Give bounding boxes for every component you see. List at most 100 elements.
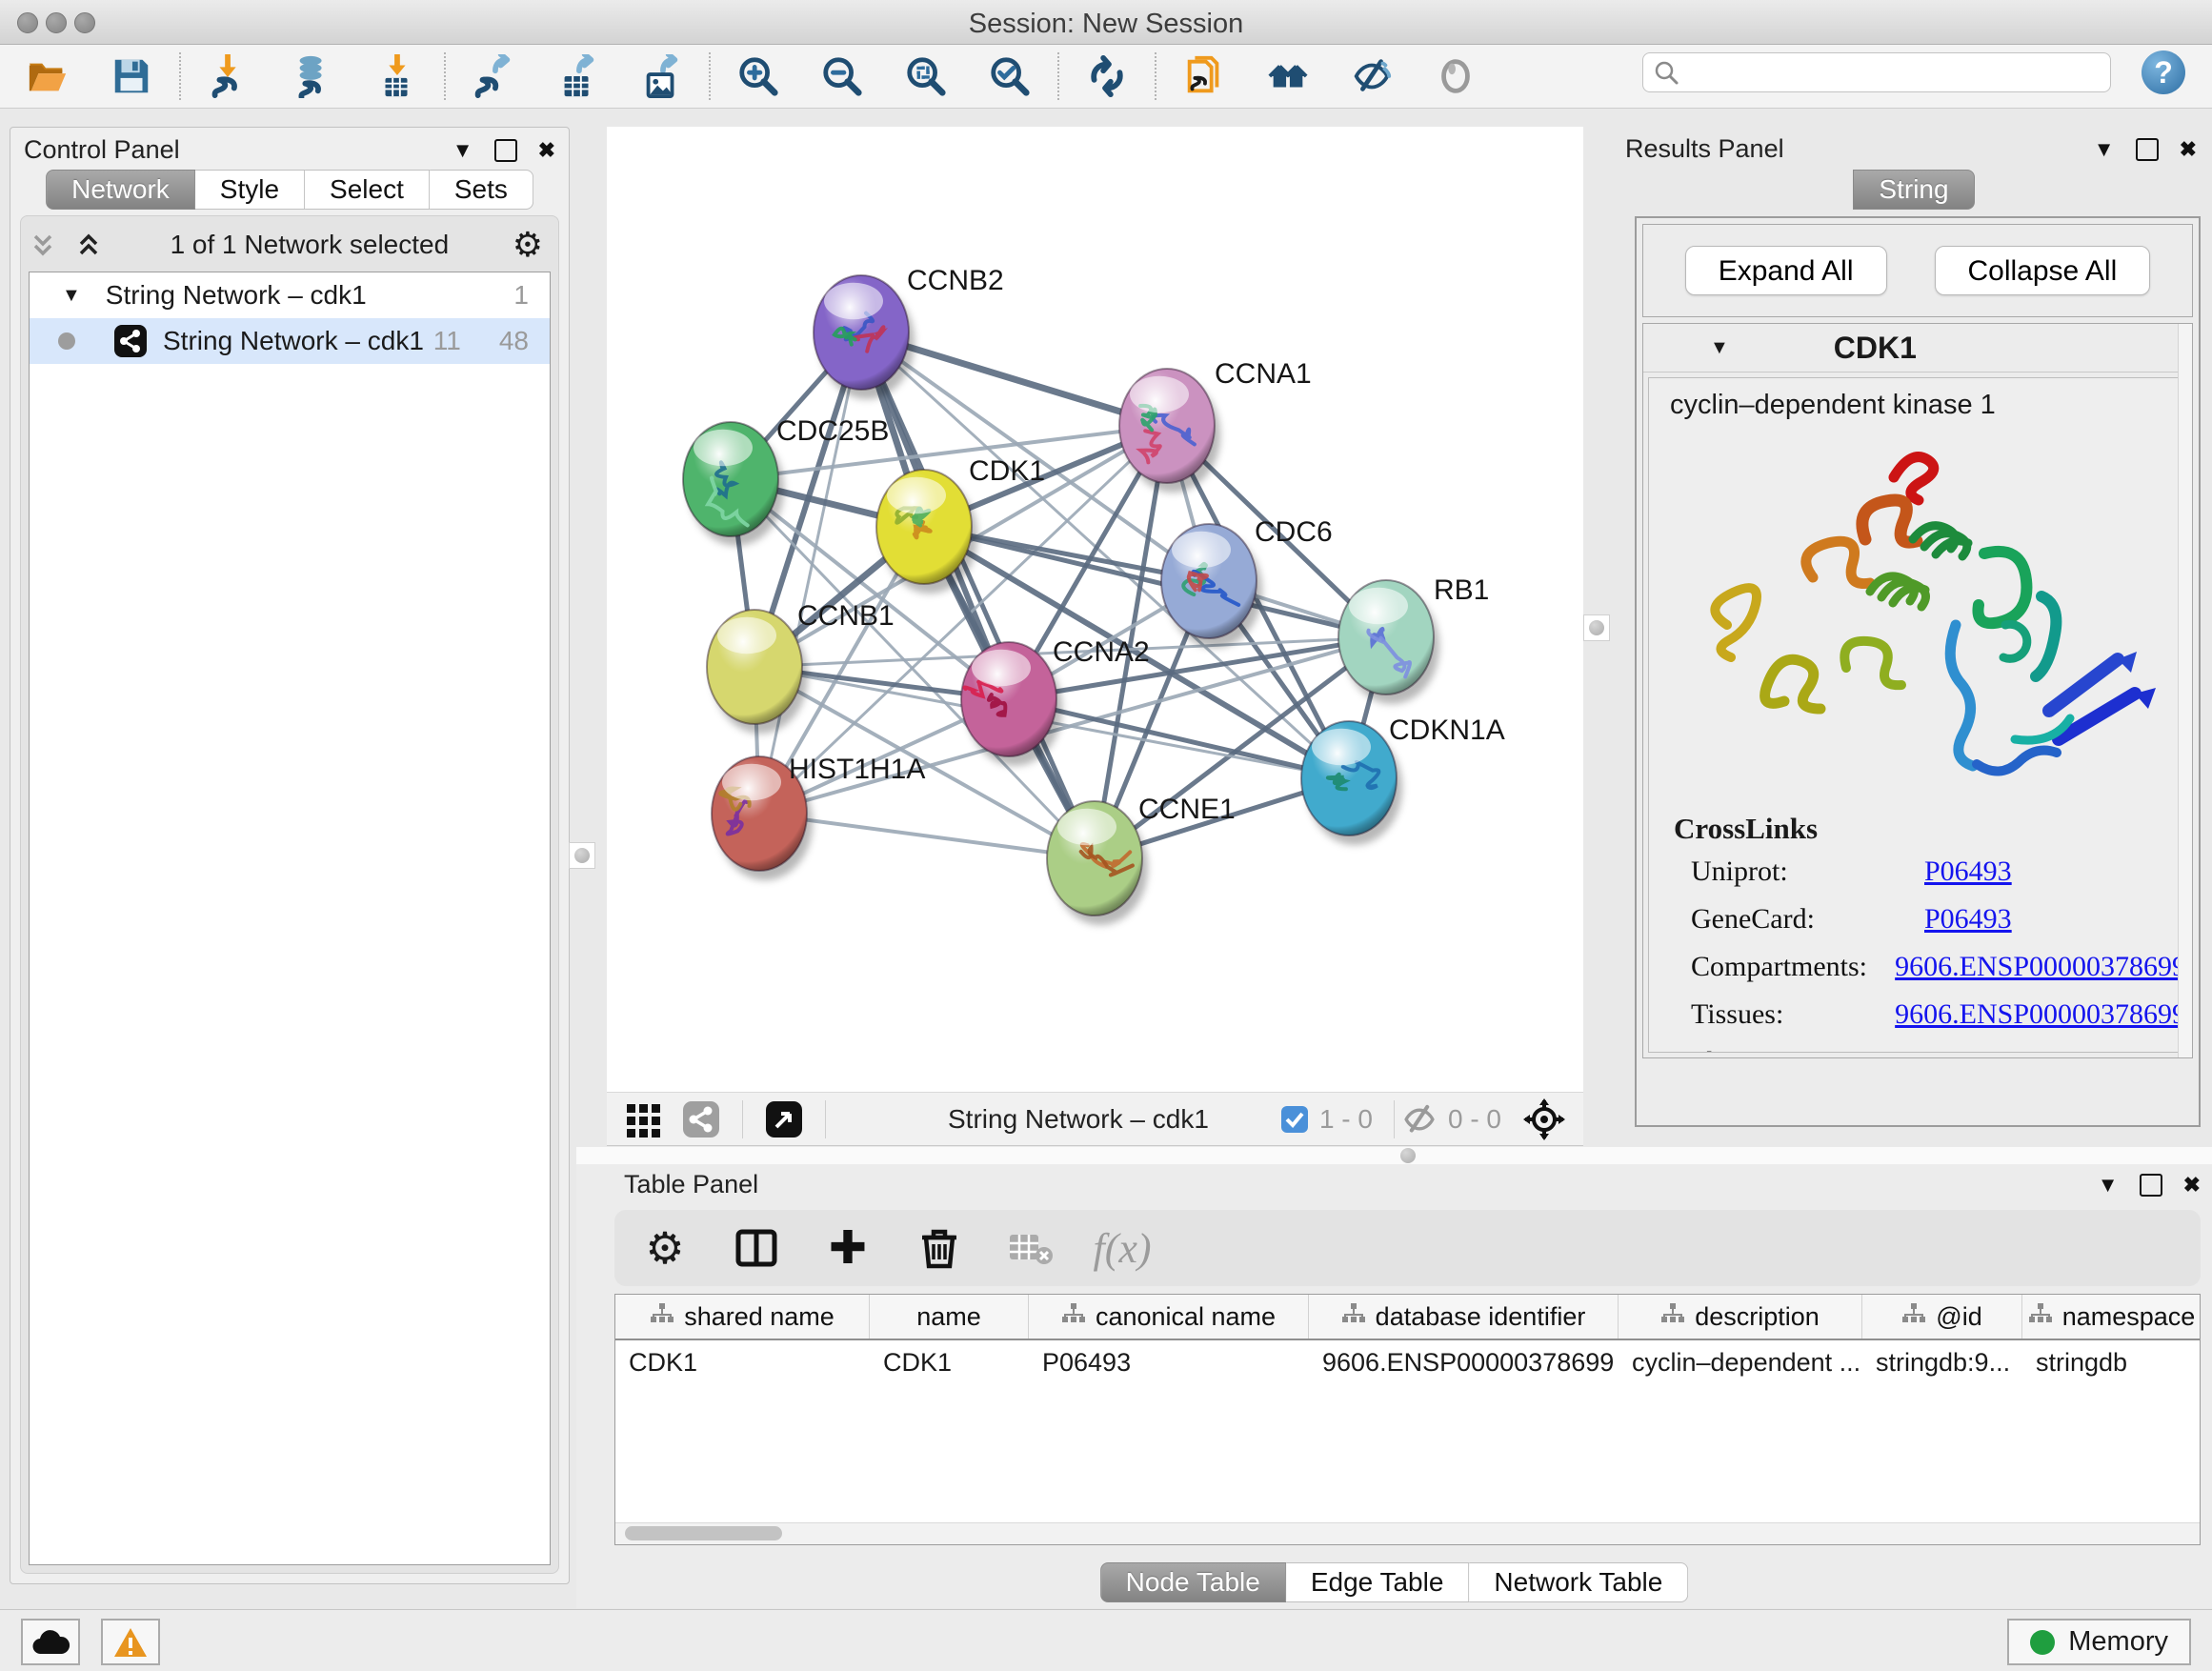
export-table-icon[interactable]	[554, 53, 600, 99]
left-splitter-handle[interactable]	[569, 842, 595, 869]
table-horizontal-scrollbar[interactable]	[615, 1522, 2200, 1544]
node-CCNA2[interactable]	[961, 642, 1062, 766]
collapse-arrow-icon[interactable]: ▼	[1710, 337, 1729, 359]
zoom-in-icon[interactable]	[735, 53, 781, 99]
node-CDC6[interactable]	[1161, 524, 1262, 648]
houses-icon[interactable]	[1265, 53, 1311, 99]
function-builder-icon[interactable]: f(x)	[1098, 1224, 1146, 1272]
hidden-eye-icon[interactable]	[1400, 1102, 1438, 1137]
column-header-shared-name[interactable]: shared name	[615, 1295, 870, 1339]
panel-close-icon[interactable]: ✖	[2180, 139, 2197, 160]
results-scrollbar[interactable]	[2178, 324, 2192, 1057]
panel-menu-icon[interactable]: ▼	[2094, 139, 2115, 160]
import-table-icon[interactable]	[373, 53, 419, 99]
crosslink-link[interactable]: 9606.ENSP00000378699	[1895, 998, 2186, 1031]
table-cell[interactable]: CDK1	[615, 1340, 870, 1384]
table-cell[interactable]: P06493	[1029, 1340, 1309, 1384]
panel-float-icon[interactable]	[494, 139, 517, 162]
apply-layout-icon[interactable]	[1084, 53, 1130, 99]
save-session-icon[interactable]	[109, 53, 154, 99]
panel-menu-icon[interactable]: ▼	[452, 140, 473, 161]
tab-edge-table[interactable]: Edge Table	[1286, 1562, 1470, 1602]
delete-column-icon[interactable]	[915, 1224, 963, 1272]
import-network-icon[interactable]	[206, 53, 251, 99]
crosslink-link[interactable]: P06493	[1924, 903, 2012, 936]
table-cell[interactable]: stringdb:9...	[1862, 1340, 2022, 1384]
table-row[interactable]: CDK1CDK1P064939606.ENSP00000378699cyclin…	[615, 1340, 2200, 1384]
network-view-icon[interactable]	[677, 1096, 725, 1143]
table-cell[interactable]: 9606.ENSP00000378699	[1309, 1340, 1619, 1384]
tab-network[interactable]: Network	[46, 170, 195, 210]
tab-string[interactable]: String	[1853, 170, 1974, 210]
tab-node-table[interactable]: Node Table	[1100, 1562, 1286, 1602]
expand-all-button[interactable]: Expand All	[1685, 246, 1887, 295]
tab-select[interactable]: Select	[305, 170, 430, 210]
node-CCNE1[interactable]	[1047, 801, 1148, 925]
column-header-description[interactable]: description	[1619, 1295, 1862, 1339]
column-header-database-identifier[interactable]: database identifier	[1309, 1295, 1619, 1339]
memory-button[interactable]: Memory	[2007, 1619, 2191, 1665]
panel-float-icon[interactable]	[2136, 138, 2159, 161]
panel-close-icon[interactable]: ✖	[2183, 1175, 2201, 1196]
delete-table-icon[interactable]	[1007, 1224, 1055, 1272]
show-columns-icon[interactable]	[733, 1224, 780, 1272]
grid-view-icon[interactable]	[620, 1096, 668, 1143]
selected-checkbox-icon[interactable]	[1279, 1104, 1310, 1135]
search-input[interactable]	[1679, 57, 2110, 89]
export-image-icon[interactable]	[638, 53, 684, 99]
network-row[interactable]: String Network – cdk1 11 48	[30, 318, 550, 364]
zoom-selected-icon[interactable]	[987, 53, 1033, 99]
table-cell[interactable]: CDK1	[870, 1340, 1029, 1384]
column-header--id[interactable]: @id	[1862, 1295, 2022, 1339]
node-CDKN1A[interactable]	[1301, 721, 1402, 845]
node-RB1[interactable]	[1338, 580, 1439, 704]
edge-CCNB2-HIST1H1A[interactable]	[759, 332, 861, 814]
node-CDC25B[interactable]	[683, 422, 784, 546]
birdseye-nav-icon[interactable]	[1520, 1096, 1568, 1143]
crosslink-link[interactable]: P06493	[1924, 856, 2012, 888]
collapse-all-button[interactable]: Collapse All	[1935, 246, 2151, 295]
result-entry-header[interactable]: ▼ CDK1	[1643, 324, 2192, 372]
node-CCNB1[interactable]	[707, 610, 808, 734]
result-entry-name: CDK1	[1834, 331, 1917, 366]
add-column-icon[interactable]: ✚	[824, 1224, 872, 1272]
network-collection-row[interactable]: ▼ String Network – cdk1 1	[30, 272, 550, 318]
hide-selected-icon[interactable]	[1349, 53, 1395, 99]
network-canvas[interactable]: CCNB2CCNA1CDC25BCDK1CDC6RB1CCNB1CCNA2CDK…	[607, 127, 1583, 1092]
column-header-canonical-name[interactable]: canonical name	[1029, 1295, 1309, 1339]
crosslink-link[interactable]: 9606.ENSP00000378699	[1895, 951, 2186, 983]
tab-network-table[interactable]: Network Table	[1469, 1562, 1688, 1602]
tab-style[interactable]: Style	[195, 170, 305, 210]
help-icon[interactable]: ?	[2142, 50, 2185, 94]
column-header-label: shared name	[684, 1302, 835, 1332]
table-cell[interactable]: cyclin–dependent ...	[1619, 1340, 1862, 1384]
panel-float-icon[interactable]	[2140, 1174, 2162, 1197]
zoom-out-icon[interactable]	[819, 53, 865, 99]
crosslink-link[interactable]: P06493	[1924, 1046, 2012, 1053]
warning-icon[interactable]	[101, 1619, 160, 1665]
open-session-icon[interactable]	[25, 53, 70, 99]
cloud-icon[interactable]	[21, 1619, 80, 1665]
expand-all-icon[interactable]	[74, 231, 107, 259]
export-network-icon[interactable]	[471, 53, 516, 99]
column-header-namespace[interactable]: namespace	[2022, 1295, 2201, 1339]
panel-close-icon[interactable]: ✖	[538, 140, 555, 161]
table-settings-gear-icon[interactable]: ⚙	[641, 1224, 689, 1272]
column-header-name[interactable]: name	[870, 1295, 1029, 1339]
right-splitter-handle[interactable]	[1583, 614, 1610, 641]
detach-view-icon[interactable]	[760, 1096, 808, 1143]
import-database-icon[interactable]	[290, 53, 335, 99]
node-CCNA1[interactable]	[1119, 369, 1220, 493]
panel-menu-icon[interactable]: ▼	[2098, 1175, 2119, 1196]
table-cell[interactable]: stringdb	[2022, 1340, 2201, 1384]
tab-sets[interactable]: Sets	[430, 170, 533, 210]
zoom-fit-icon[interactable]	[903, 53, 949, 99]
graphics-details-icon[interactable]	[1433, 53, 1478, 99]
node-CCNB2[interactable]	[814, 275, 915, 399]
network-from-selection-icon[interactable]	[1181, 53, 1227, 99]
node-CDK1[interactable]	[876, 470, 977, 594]
search-field[interactable]	[1642, 52, 2111, 92]
collapse-arrow-icon[interactable]: ▼	[62, 285, 81, 307]
gear-icon[interactable]: ⚙	[513, 225, 543, 265]
collapse-all-icon[interactable]	[29, 231, 61, 259]
